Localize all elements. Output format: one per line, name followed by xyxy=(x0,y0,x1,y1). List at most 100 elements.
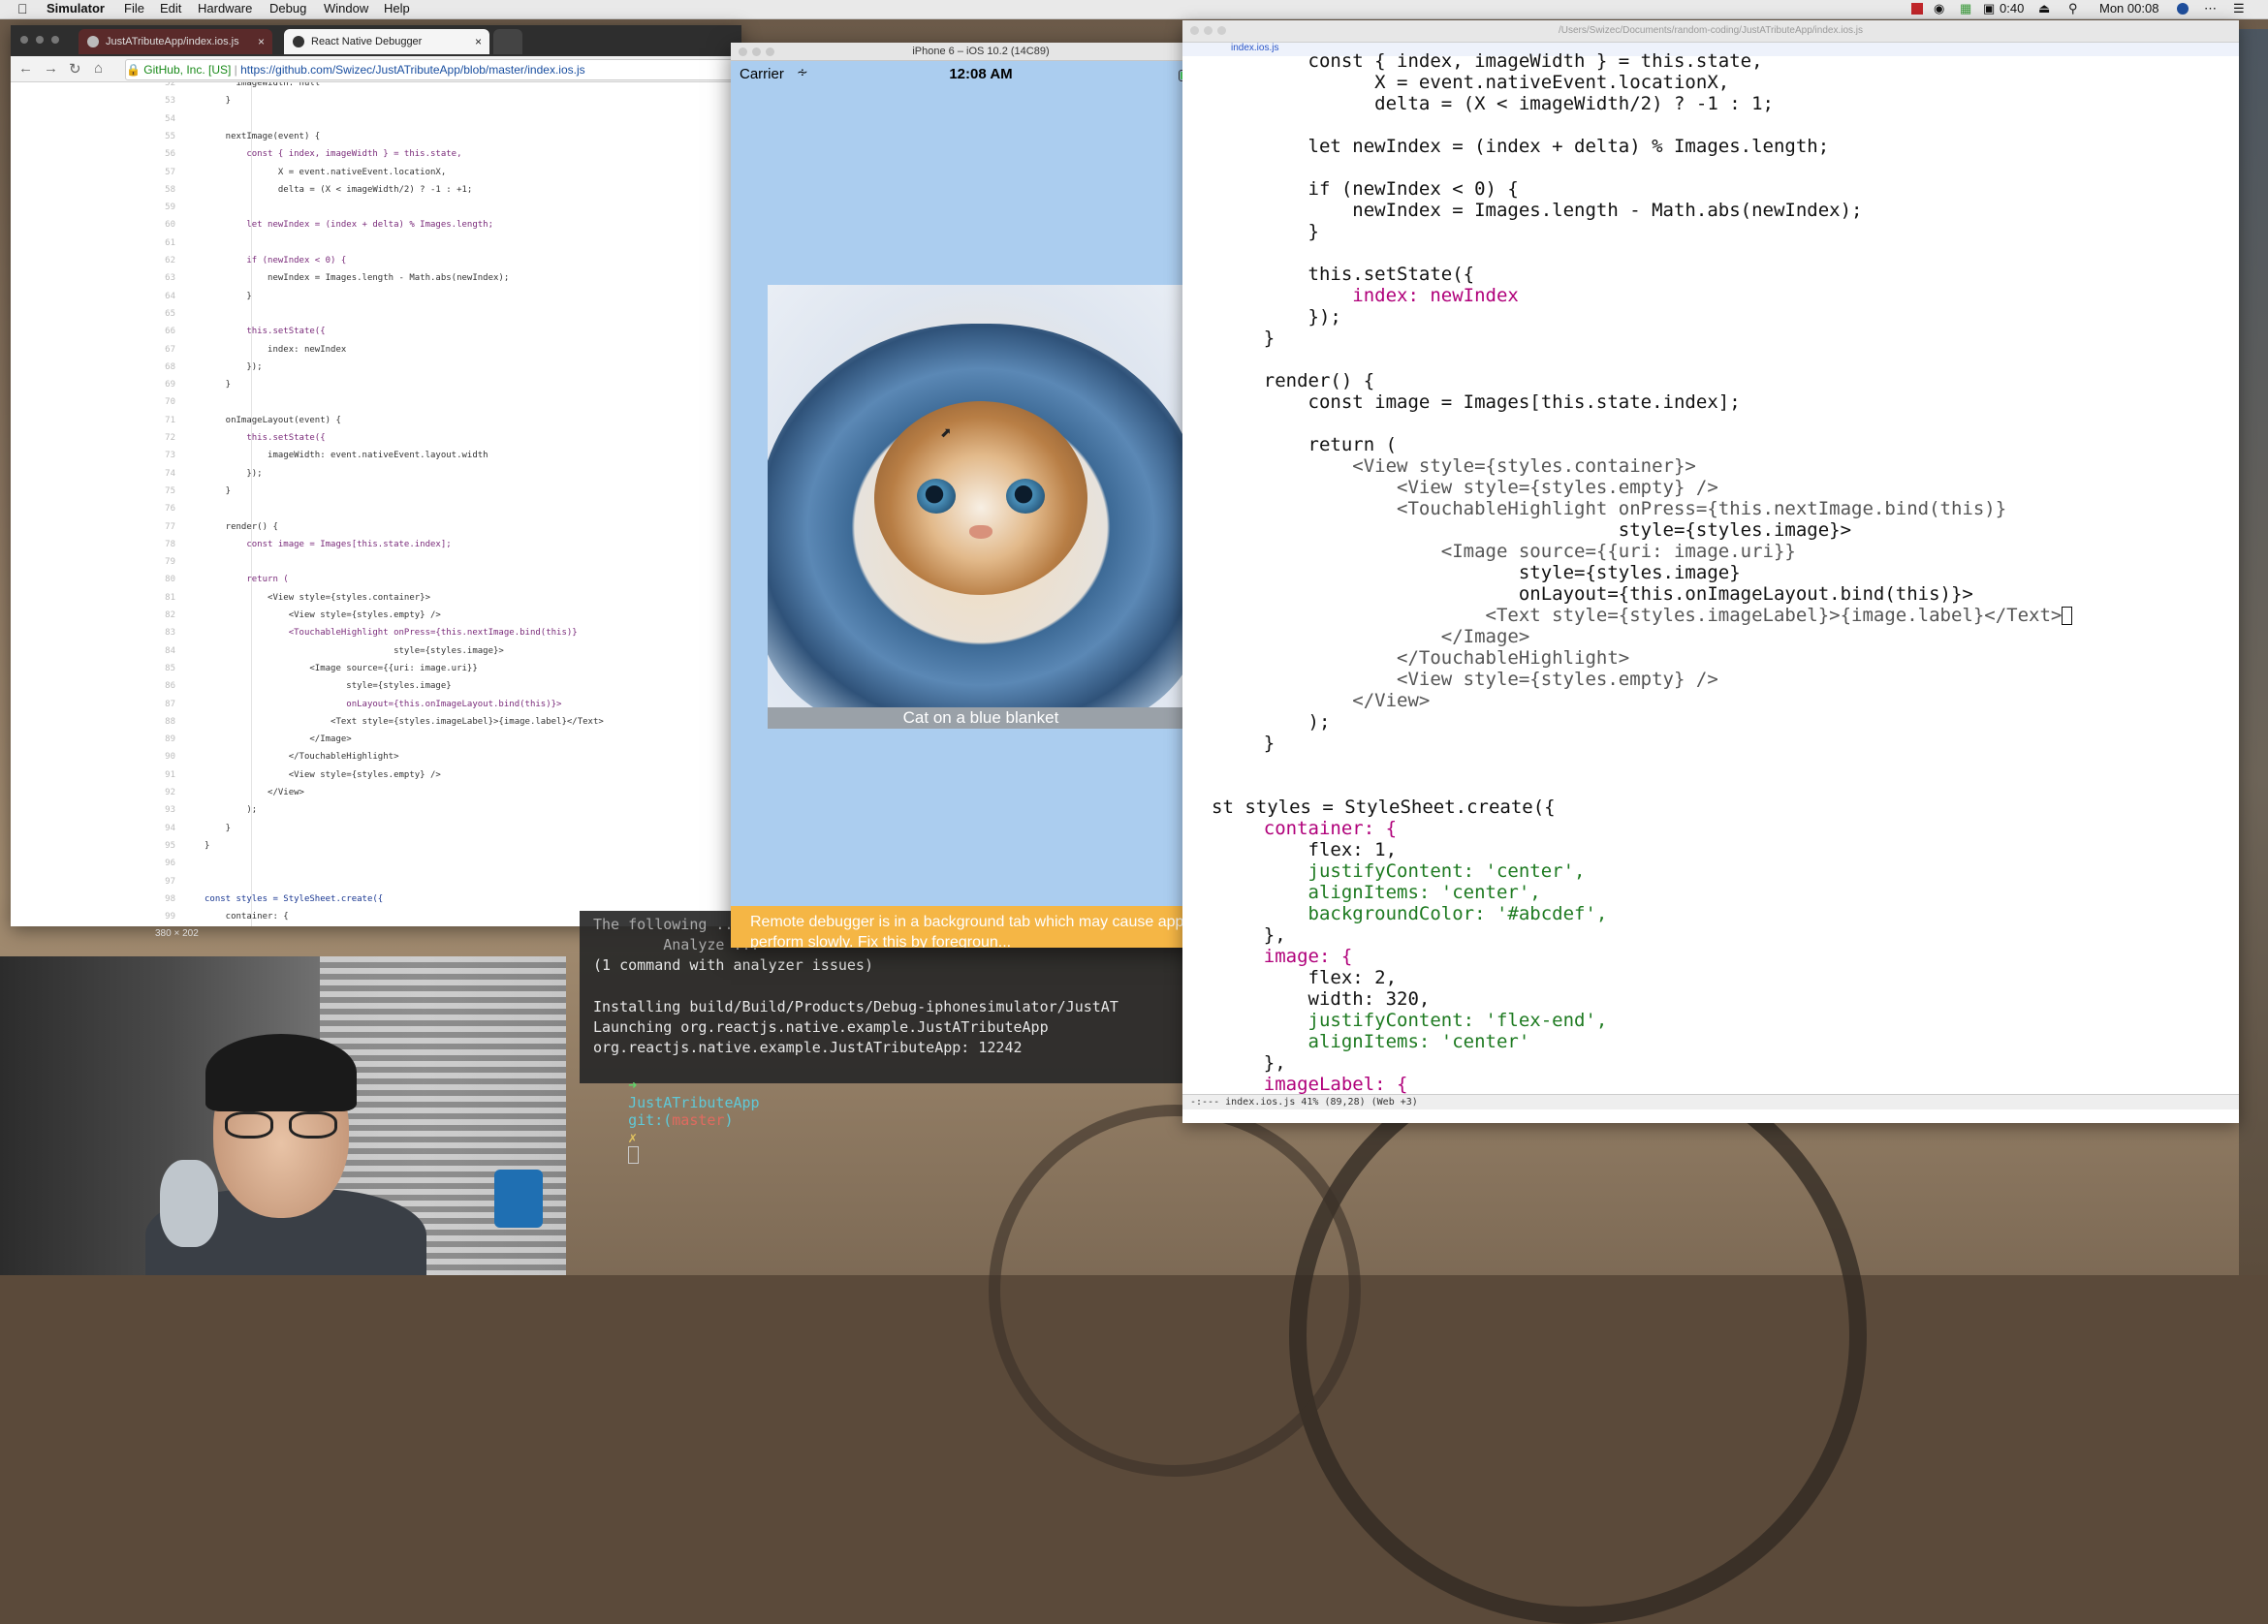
editor-code-line: }, xyxy=(1219,1052,1286,1074)
battery-icon[interactable]: ▣ xyxy=(1983,1,1995,16)
eject-icon[interactable]: ⏏ xyxy=(2038,1,2050,16)
mouse-cursor-icon: ⬈ xyxy=(940,424,952,440)
editor-code-area[interactable]: const { index, imageWidth } = this.state… xyxy=(1182,50,2239,1112)
prompt-git: git:( xyxy=(628,1111,673,1129)
cat-eye xyxy=(1006,479,1045,514)
editor-code-line: delta = (X < imageWidth/2) ? -1 : 1; xyxy=(1219,93,1774,114)
user-avatar-icon[interactable] xyxy=(2177,3,2189,15)
github-code-line: 91 <View style={styles.empty} /> xyxy=(11,770,441,788)
editor-line-text: style={styles.image} xyxy=(1219,562,1741,584)
line-number: 65 xyxy=(165,308,175,319)
terminal-line: Launching org.reactjs.native.example.Jus… xyxy=(593,1018,1049,1036)
window-minimize-icon[interactable] xyxy=(1204,26,1213,35)
status-icon[interactable]: ◉ xyxy=(1934,1,1944,16)
apple-icon[interactable]:  xyxy=(17,1,28,16)
window-close-icon[interactable] xyxy=(1190,26,1199,35)
editor-line-text: width: 320, xyxy=(1219,988,1431,1011)
github-code-line: 60 let newIndex = (index + delta) % Imag… xyxy=(11,220,493,237)
menu-window[interactable]: Window xyxy=(324,1,368,16)
mac-menubar:  Simulator File Edit Hardware Debug Win… xyxy=(0,0,2268,19)
debugger-warning-banner[interactable]: Remote debugger is in a background tab w… xyxy=(731,906,1231,948)
line-code: if (newIndex < 0) { xyxy=(205,256,347,265)
line-code: this.setState({ xyxy=(205,327,326,337)
line-number: 64 xyxy=(165,291,175,301)
line-number: 78 xyxy=(165,539,175,549)
editor-line-text: st styles = StyleSheet.create({ xyxy=(1212,796,1556,819)
window-minimize-icon[interactable] xyxy=(36,36,44,44)
prompt-branch: master xyxy=(672,1111,725,1129)
editor-code-line: <Image source={{uri: image.uri}} xyxy=(1219,541,1796,562)
editor-line-text: return ( xyxy=(1219,434,1398,456)
record-icon[interactable] xyxy=(1911,3,1923,15)
line-code: ); xyxy=(205,805,258,816)
window-zoom-icon[interactable] xyxy=(51,36,59,44)
notification-center-icon[interactable]: ☰ xyxy=(2233,1,2245,16)
cat-photo[interactable]: ⬈ xyxy=(768,285,1194,707)
window-close-icon[interactable] xyxy=(739,47,747,56)
line-number: 80 xyxy=(165,575,175,585)
line-number: 55 xyxy=(165,131,175,141)
editor-line-text: backgroundColor: '#abcdef', xyxy=(1219,903,1608,925)
wallpaper-strip xyxy=(2239,29,2268,1275)
phone-screen[interactable]: Carrier ∻ 12:08 AM ⚡ ⬈ Cat on a blue bla… xyxy=(731,61,1231,948)
reload-icon[interactable]: ↻ xyxy=(69,60,81,78)
editor-line-text: </View> xyxy=(1219,690,1431,712)
menubar-clock[interactable]: Mon 00:08 xyxy=(2099,1,2158,16)
editor-line-text: }, xyxy=(1219,1052,1286,1075)
editor-line-text: X = event.nativeEvent.locationX, xyxy=(1219,72,1730,93)
menu-app-name[interactable]: Simulator xyxy=(47,1,105,16)
close-tab-icon[interactable]: × xyxy=(475,29,482,54)
editor-code-line: alignItems: 'center', xyxy=(1219,882,1541,903)
image-label: Cat on a blue blanket xyxy=(768,707,1194,729)
terminal-prompt[interactable]: ➜ JustATributeApp git:(master) ✗ xyxy=(593,1059,760,1182)
touchable-image[interactable]: ⬈ Cat on a blue blanket xyxy=(768,285,1194,729)
home-icon[interactable]: ⌂ xyxy=(94,60,103,77)
editor-cursor xyxy=(2062,607,2073,626)
address-bar[interactable]: 🔒 GitHub, Inc. [US] | https://github.com… xyxy=(125,59,738,80)
github-code-line: 96 xyxy=(11,859,205,876)
github-code-line: 97 xyxy=(11,877,205,894)
menu-hardware[interactable]: Hardware xyxy=(198,1,252,16)
editor-code-line: st styles = StyleSheet.create({ xyxy=(1212,796,1556,818)
menu-edit[interactable]: Edit xyxy=(160,1,181,16)
line-code: } xyxy=(205,96,232,107)
microphone xyxy=(160,1160,218,1247)
editor-code-line: alignItems: 'center' xyxy=(1219,1031,1530,1052)
line-number: 84 xyxy=(165,645,175,656)
cat-nose xyxy=(969,525,992,539)
editor-code-line: <View style={styles.container}> xyxy=(1219,455,1696,477)
more-icon[interactable]: ⋯ xyxy=(2204,1,2217,16)
window-zoom-icon[interactable] xyxy=(766,47,774,56)
close-tab-icon[interactable]: × xyxy=(258,29,265,54)
cat-face xyxy=(874,401,1087,595)
search-icon[interactable]: ⚲ xyxy=(2068,1,2078,16)
tab-react-native-debugger[interactable]: React Native Debugger × xyxy=(284,29,489,54)
editor-code-line: newIndex = Images.length - Math.abs(newI… xyxy=(1219,200,1862,221)
line-number: 88 xyxy=(165,716,175,727)
window-close-icon[interactable] xyxy=(20,36,28,44)
editor-line-text: flex: 1, xyxy=(1219,839,1398,861)
tab-github-index[interactable]: JustATributeApp/index.ios.js × xyxy=(79,29,272,54)
line-number: 83 xyxy=(165,628,175,639)
line-code: } xyxy=(205,823,232,833)
editor-line-text: imageLabel: { xyxy=(1219,1074,1408,1096)
back-icon[interactable]: ← xyxy=(18,60,33,77)
prompt-arrow-icon: ➜ xyxy=(628,1077,638,1094)
new-tab-button[interactable] xyxy=(493,29,522,54)
line-number: 92 xyxy=(165,788,175,797)
menu-file[interactable]: File xyxy=(124,1,144,16)
editor-line-text: let newIndex = (index + delta) % Images.… xyxy=(1219,136,1830,158)
window-zoom-icon[interactable] xyxy=(1217,26,1226,35)
grid-icon[interactable]: ▦ xyxy=(1960,1,1971,16)
window-minimize-icon[interactable] xyxy=(752,47,761,56)
editor-code-line: const { index, imageWidth } = this.state… xyxy=(1219,50,1763,72)
menu-debug[interactable]: Debug xyxy=(269,1,306,16)
line-number: 71 xyxy=(165,415,175,425)
forward-icon[interactable]: → xyxy=(44,60,58,77)
menu-help[interactable]: Help xyxy=(384,1,410,16)
line-number: 72 xyxy=(165,433,175,443)
github-code-line: 77 render() { xyxy=(11,522,278,540)
line-code: style={styles.image}> xyxy=(205,645,504,656)
github-code-line: 67 index: newIndex xyxy=(11,345,346,362)
line-number: 79 xyxy=(165,557,175,568)
